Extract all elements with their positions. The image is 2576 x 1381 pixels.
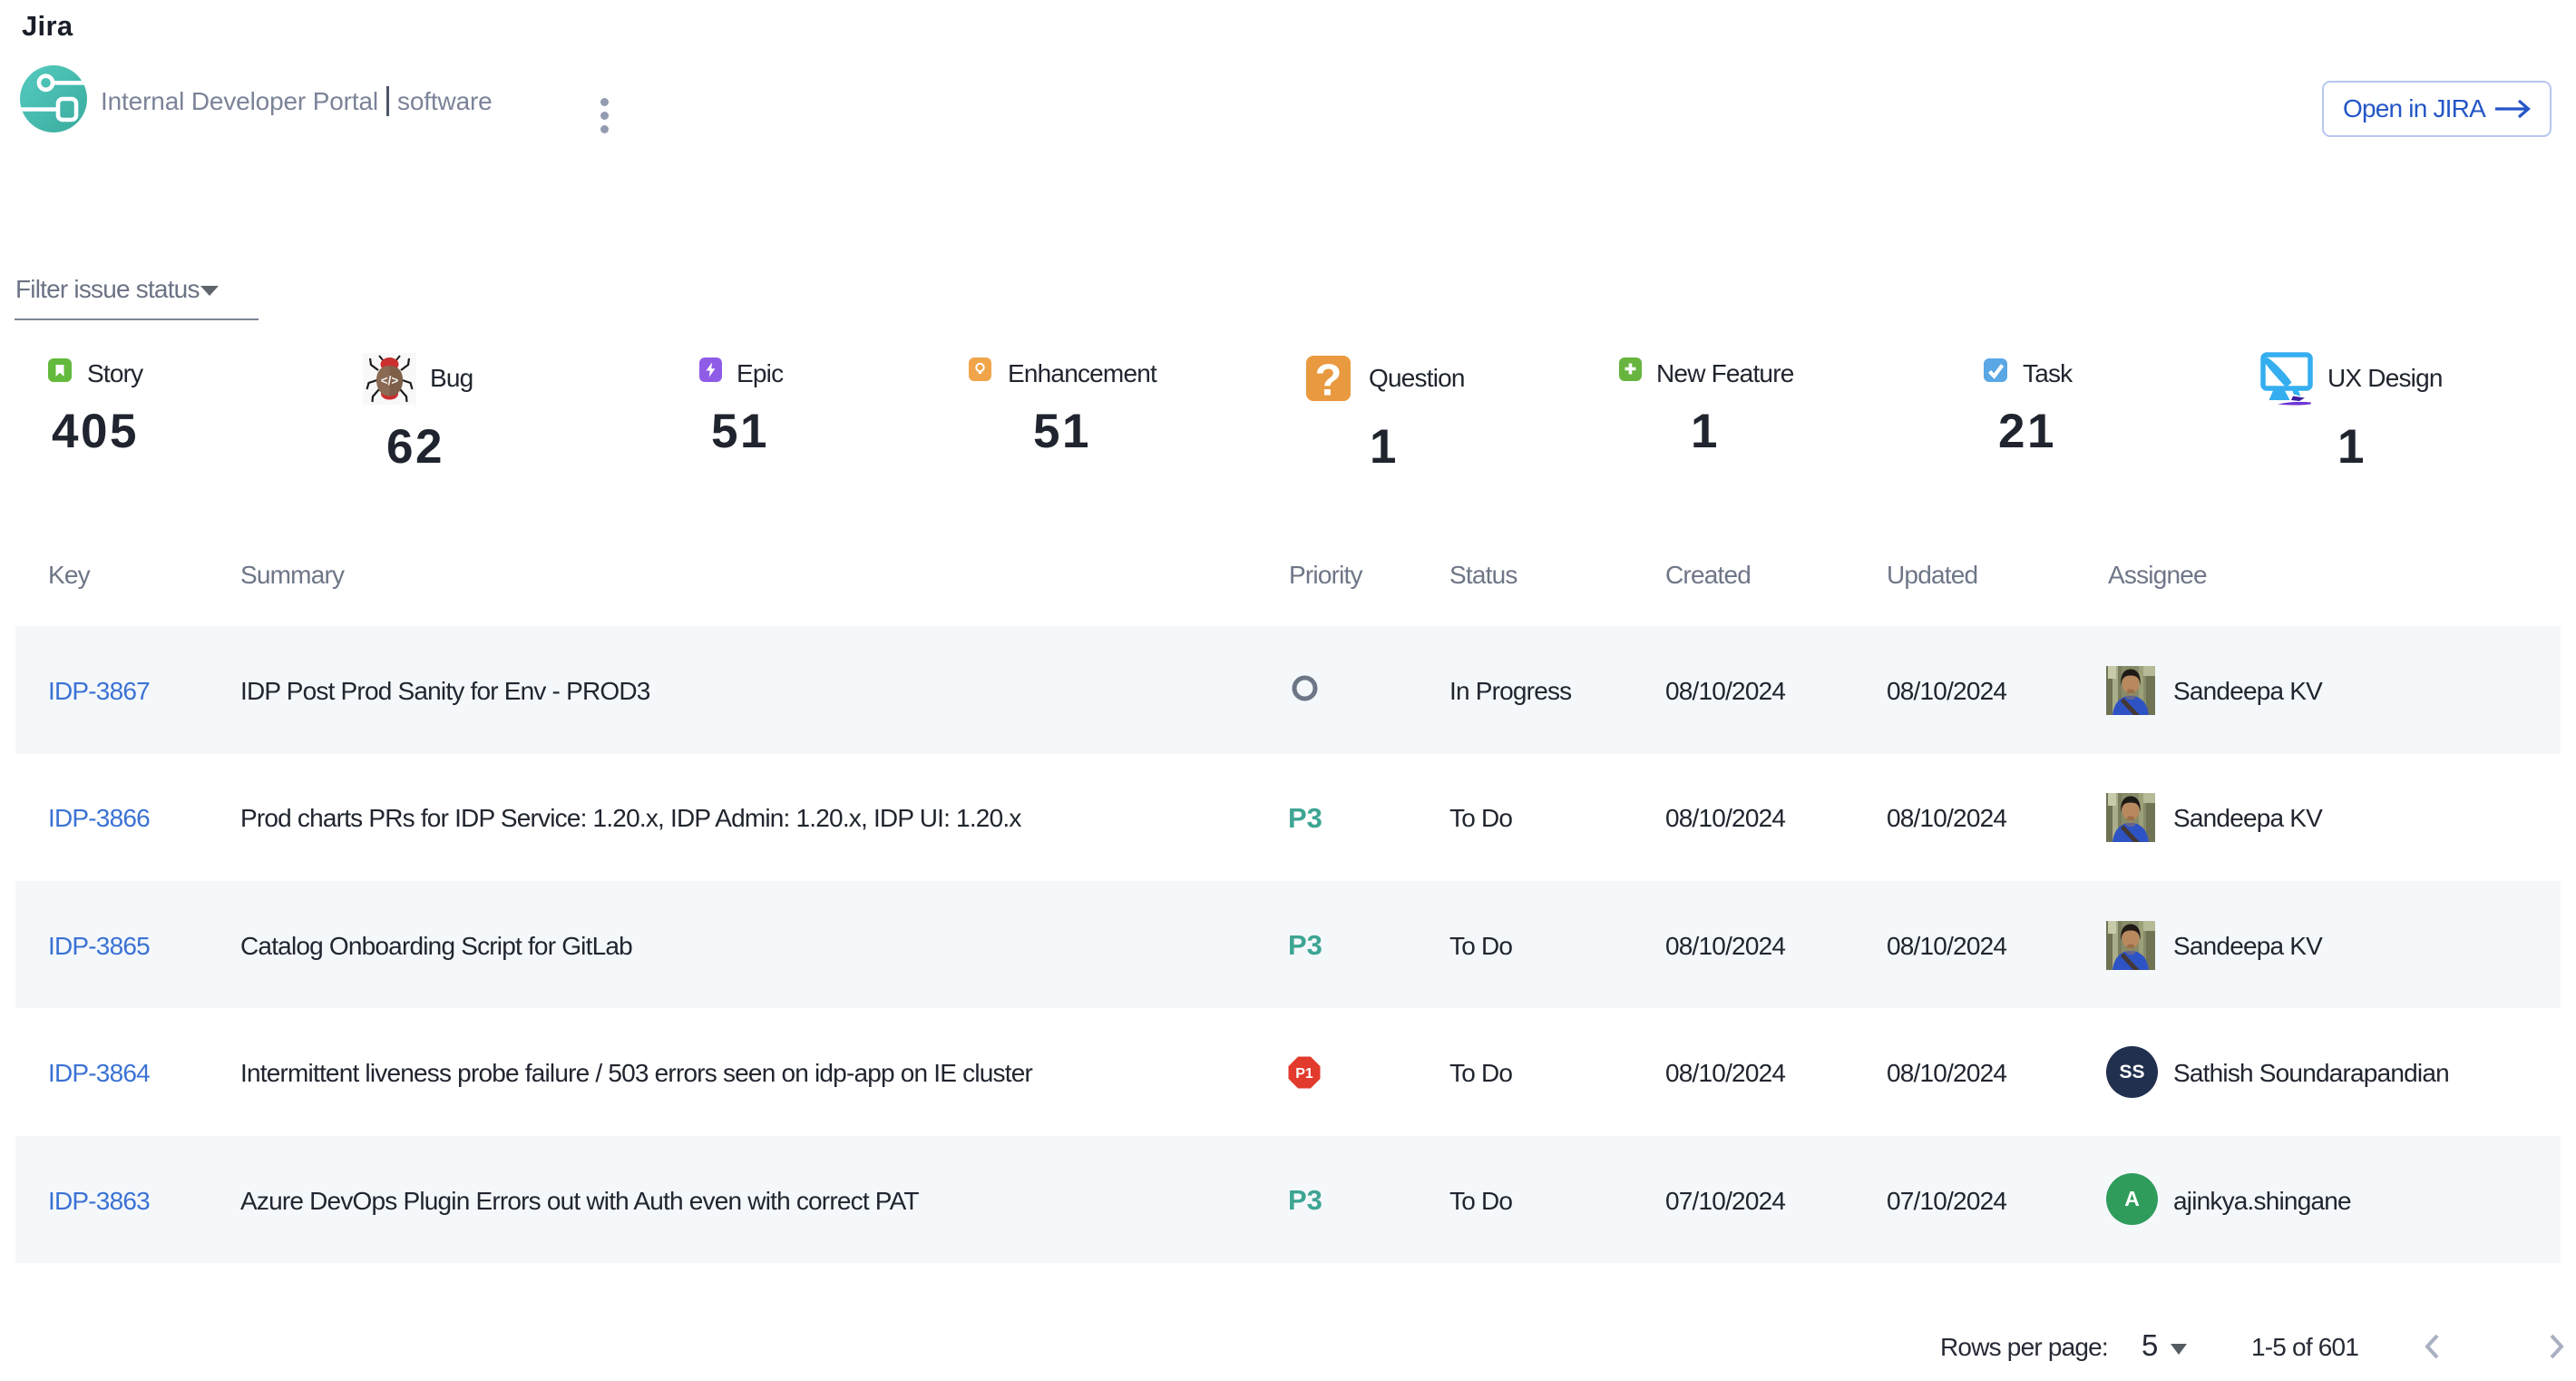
svg-text:P1: P1 <box>1295 1066 1313 1082</box>
svg-text:?: ? <box>1315 357 1342 402</box>
svg-text:</>: </> <box>381 374 399 387</box>
